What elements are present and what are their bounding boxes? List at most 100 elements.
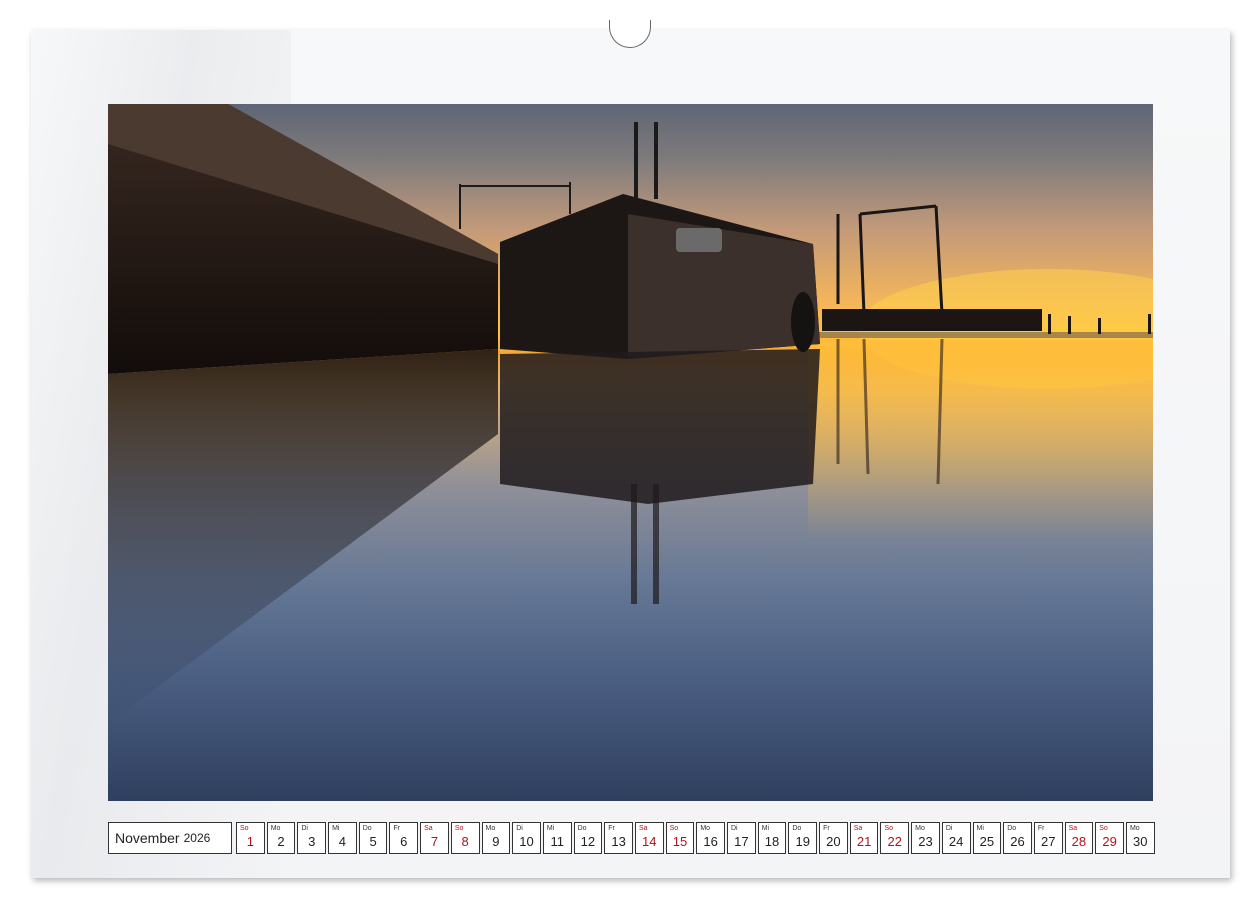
weekday-label: Mi <box>332 825 340 832</box>
day-cell: Sa 7 <box>420 822 449 854</box>
weekday-label: Mo <box>485 825 496 832</box>
day-cell: Do 26 <box>1003 822 1032 854</box>
day-number: 10 <box>519 834 534 849</box>
harbor-sunset-scene <box>108 104 1153 724</box>
day-cell: Fr 20 <box>819 822 848 854</box>
day-cell: Mo 9 <box>481 822 511 854</box>
weekday-label: So <box>240 825 249 832</box>
day-cell: Mi 11 <box>542 822 572 854</box>
weekday-label: Mi <box>976 825 984 832</box>
weekday-label: Di <box>731 825 738 832</box>
day-number: 13 <box>611 834 626 849</box>
day-cell: Mo 30 <box>1125 822 1155 854</box>
boat-fender <box>791 292 815 352</box>
day-number: 19 <box>795 834 810 849</box>
day-number: 30 <box>1133 834 1148 849</box>
weekday-label: So <box>669 825 679 832</box>
day-cell: Sa 14 <box>634 822 664 854</box>
day-cell: Di 3 <box>297 822 327 854</box>
day-number: 23 <box>918 834 933 849</box>
weekday-label: So <box>1099 825 1108 832</box>
day-cell: Mi 4 <box>328 822 357 854</box>
weekday-label: Sa <box>853 825 863 832</box>
calendar-photo <box>108 104 1153 801</box>
weekday-label: Do <box>362 825 372 832</box>
month-name: November <box>115 830 180 846</box>
month-label: November 2026 <box>108 822 232 854</box>
day-number: 29 <box>1102 834 1117 849</box>
day-number: 28 <box>1071 834 1087 849</box>
day-number: 20 <box>826 834 841 849</box>
day-cell: Do 19 <box>788 822 818 854</box>
day-number: 22 <box>887 834 903 849</box>
day-cell: Di 17 <box>727 822 756 854</box>
weekday-label: Mo <box>700 825 711 832</box>
weekday-label: Fr <box>608 825 615 832</box>
day-number: 27 <box>1040 834 1056 849</box>
weekday-label: Di <box>516 825 523 832</box>
weekday-label: So <box>884 825 893 832</box>
day-number: 21 <box>856 834 872 849</box>
day-number: 17 <box>734 834 749 849</box>
day-cell: Di 24 <box>941 822 971 854</box>
weekday-label: Mi <box>546 825 555 832</box>
day-cell: So 15 <box>665 822 695 854</box>
pier-reflection <box>108 349 498 724</box>
day-number: 1 <box>246 834 254 849</box>
day-cell: So 29 <box>1095 822 1124 854</box>
day-number: 15 <box>672 834 688 849</box>
weekday-label: Fr <box>1037 825 1045 832</box>
day-number: 2 <box>277 834 285 849</box>
day-cell: Mo 16 <box>696 822 725 854</box>
weekday-label: Mo <box>270 825 281 832</box>
day-cell: Sa 28 <box>1064 822 1094 854</box>
day-cell: So 22 <box>880 822 910 854</box>
weekday-label: Mo <box>1129 825 1140 832</box>
day-number: 11 <box>550 834 564 849</box>
day-cell: Do 12 <box>573 822 603 854</box>
boat-side <box>628 214 820 359</box>
weekday-label: Sa <box>424 825 433 832</box>
weekday-label: Sa <box>1068 825 1078 832</box>
horizon <box>808 332 1153 338</box>
day-number: 8 <box>461 834 469 849</box>
boat-reflection <box>500 349 820 504</box>
boat-masts <box>634 122 658 199</box>
weekday-label: Di <box>301 825 308 832</box>
day-number: 7 <box>430 834 439 849</box>
day-cell: Fr 13 <box>604 822 633 854</box>
weekday-label: Sa <box>638 825 648 832</box>
day-cell: So 8 <box>450 822 480 854</box>
weekday-label: Do <box>1007 825 1017 832</box>
water-glow <box>808 340 1153 540</box>
day-cell: So 1 <box>236 822 265 854</box>
day-number: 26 <box>1010 834 1025 849</box>
day-cell: Mi 18 <box>757 822 787 854</box>
day-number: 24 <box>948 834 964 849</box>
day-number: 9 <box>492 834 500 849</box>
weekday-label: Do <box>792 825 802 832</box>
jetty <box>822 309 1042 331</box>
day-cell: Di 10 <box>512 822 541 854</box>
day-cell: Mo 2 <box>266 822 296 854</box>
day-number: 18 <box>764 834 780 849</box>
weekday-label: Fr <box>823 825 830 832</box>
day-number: 3 <box>308 834 316 849</box>
weekday-label: So <box>454 825 464 832</box>
day-number: 12 <box>580 834 596 849</box>
calendar-strip: November 2026 So 1 Mo 2 Di 3 Mi 4 Do 5 Fr 6 Sa 7 So 8 Mo… <box>108 822 1155 854</box>
day-number: 4 <box>338 834 347 849</box>
day-cell: Fr 27 <box>1033 822 1063 854</box>
day-number: 16 <box>703 834 718 849</box>
day-cell: Mo 23 <box>911 822 940 854</box>
day-cell: Mi 25 <box>972 822 1002 854</box>
day-number: 5 <box>369 834 377 849</box>
weekday-label: Do <box>577 825 587 832</box>
day-cells: So 1 Mo 2 Di 3 Mi 4 Do 5 Fr 6 Sa 7 So 8 Mo 9 Di 10 Mi 11 Do 12 F… <box>236 822 1155 854</box>
boat-nameplate <box>676 228 722 252</box>
day-cell: Do 5 <box>358 822 388 854</box>
weekday-label: Di <box>945 825 953 832</box>
day-cell: Sa 21 <box>849 822 879 854</box>
weekday-label: Mi <box>761 825 770 832</box>
day-number: 6 <box>400 834 408 849</box>
